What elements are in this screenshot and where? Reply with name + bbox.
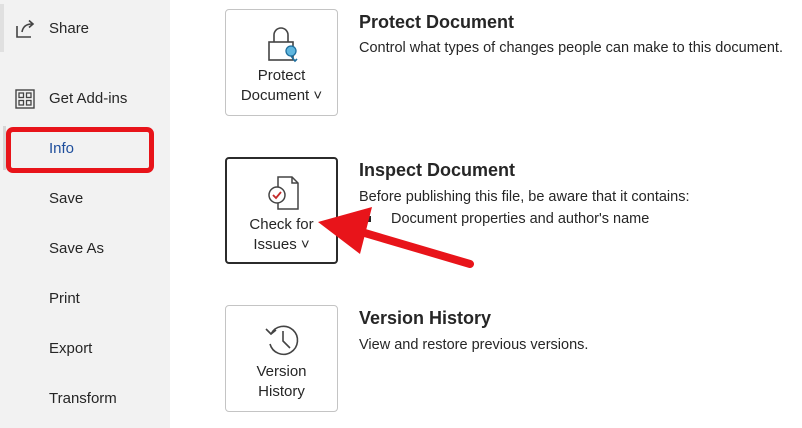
sidebar-item-label: Print xyxy=(49,289,80,307)
sidebar-item-label: Transform xyxy=(49,389,117,407)
sidebar-item-get-add-ins[interactable]: Get Add-ins xyxy=(0,78,170,118)
protect-document-description: Control what types of changes people can… xyxy=(359,40,783,56)
protect-document-title: Protect Document xyxy=(359,12,515,32)
inspect-document-title: Inspect Document xyxy=(359,160,516,180)
share-icon xyxy=(16,19,35,38)
history-clock-icon xyxy=(265,325,299,356)
tile-label-line2: Document ˅ xyxy=(240,87,323,104)
sidebar-item-label: Export xyxy=(49,339,93,357)
add-ins-grid-icon xyxy=(15,89,35,109)
tile-label-line1: Version xyxy=(256,363,307,380)
check-for-issues-button[interactable]: Check for Issues ˅ xyxy=(225,157,338,264)
sidebar-item-transform[interactable]: Transform xyxy=(0,378,170,418)
sidebar-item-save-as[interactable]: Save As xyxy=(0,228,170,268)
sidebar-item-label: Save xyxy=(49,189,84,207)
sidebar-item-share[interactable]: Share xyxy=(0,8,170,48)
sidebar-item-print[interactable]: Print xyxy=(0,278,170,318)
inspect-bullet-item: Document properties and author's name xyxy=(391,211,650,227)
inspect-document-description: Before publishing this file, be aware th… xyxy=(359,189,690,205)
sidebar-item-label: Save As xyxy=(49,239,105,257)
tile-label-line2: Issues ˅ xyxy=(253,236,310,253)
version-history-button[interactable]: Version History xyxy=(225,305,338,412)
sidebar-item-label: Share xyxy=(49,19,90,37)
bullet-marker xyxy=(365,216,371,222)
protect-document-button[interactable]: Protect Document ˅ xyxy=(225,9,338,116)
sidebar-item-save[interactable]: Save xyxy=(0,178,170,218)
tile-label-line1: Protect xyxy=(257,67,306,84)
version-history-title: Version History xyxy=(359,308,492,328)
info-highlight-annotation xyxy=(6,127,154,173)
lock-key-icon xyxy=(268,27,298,63)
tile-label-line2: History xyxy=(258,383,305,400)
sidebar-item-export[interactable]: Export xyxy=(0,328,170,368)
tile-label-line1: Check for xyxy=(249,216,314,233)
backstage-sidebar: Share Get Add-ins Info Save Save As Prin… xyxy=(0,0,170,428)
sidebar-item-label: Get Add-ins xyxy=(49,89,128,107)
document-check-icon xyxy=(268,176,299,210)
version-history-description: View and restore previous versions. xyxy=(359,337,589,353)
